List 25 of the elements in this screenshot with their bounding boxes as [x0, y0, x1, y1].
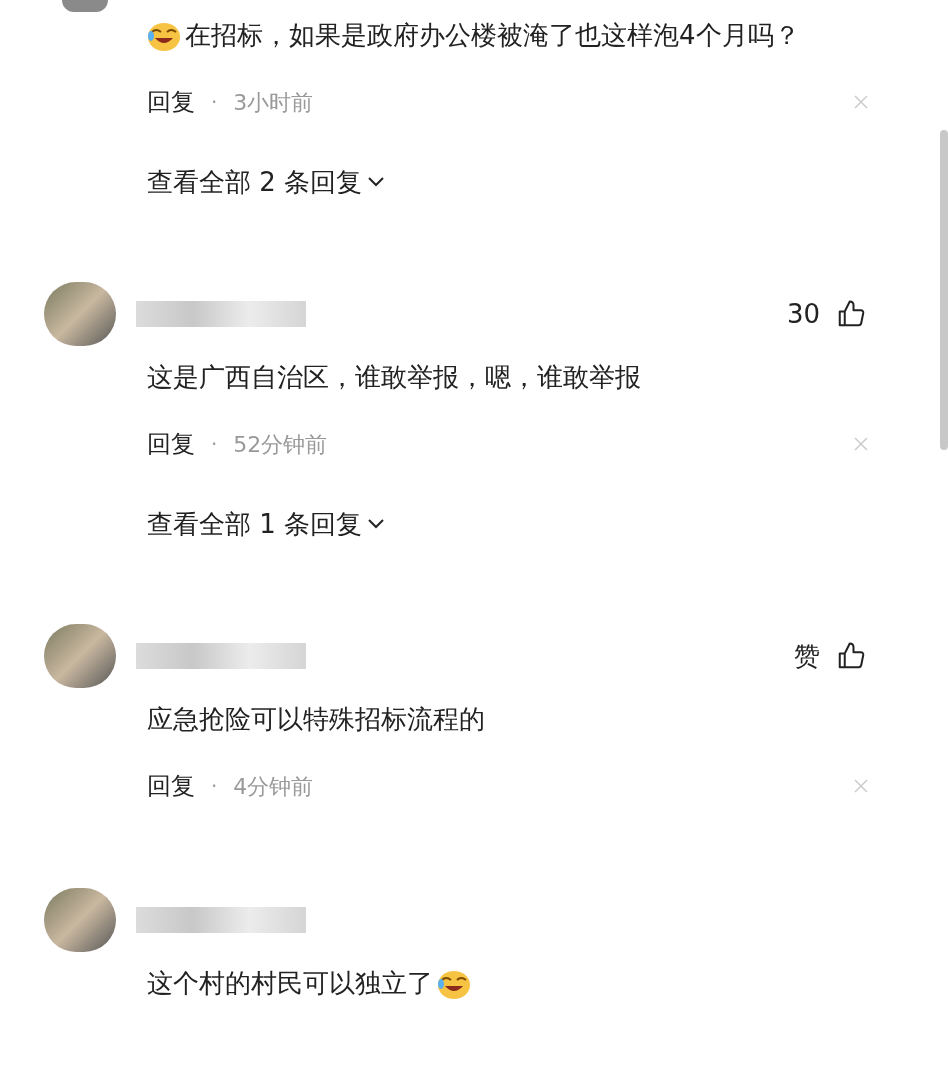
comment-text: 在招标，如果是政府办公楼被淹了也这样泡4个月吗？: [147, 12, 848, 58]
comment-time: 3小时前: [233, 88, 314, 117]
view-replies-link[interactable]: 查看全部 1 条回复: [147, 506, 387, 542]
comment-time: 52分钟前: [233, 430, 328, 459]
reply-button[interactable]: 回复: [147, 426, 195, 462]
like-count: 赞: [794, 639, 820, 673]
scrollbar[interactable]: [940, 130, 948, 450]
avatar[interactable]: [62, 0, 108, 12]
reply-button[interactable]: 回复: [147, 84, 195, 120]
reply-button[interactable]: 回复: [147, 768, 195, 804]
separator-dot: ·: [211, 773, 218, 800]
separator-dot: ·: [211, 431, 218, 458]
thumbs-up-icon[interactable]: [836, 299, 866, 329]
laughing-emoji-icon: [437, 969, 471, 1000]
chevron-down-icon: [366, 517, 387, 531]
like-count: 30: [786, 297, 820, 331]
comment-text: 这是广西自治区，谁敢举报，嗯，谁敢举报: [147, 361, 642, 394]
laughing-emoji-icon: [147, 21, 181, 52]
comment-text: 这个村的村民可以独立了: [147, 960, 848, 1006]
view-replies-link[interactable]: 查看全部 2 条回复: [147, 164, 387, 200]
comment-time: 4分钟前: [233, 772, 314, 801]
comment-text: 应急抢险可以特殊招标流程的: [147, 703, 486, 736]
separator-dot: ·: [211, 89, 218, 116]
thumbs-up-icon[interactable]: [836, 641, 866, 671]
chevron-down-icon: [366, 175, 387, 189]
